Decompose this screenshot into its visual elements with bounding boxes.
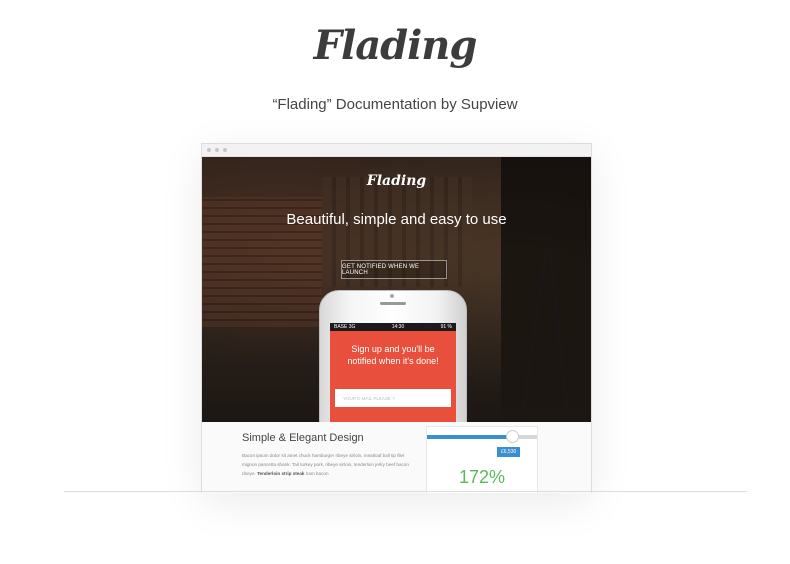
phone-mockup: BASE 3G 14:30 91 % Sign up and you'll be… xyxy=(319,290,467,422)
camera-icon xyxy=(390,294,394,298)
hero-section: Flading Beautiful, simple and easy to us… xyxy=(202,157,591,422)
phone-status-bar: BASE 3G 14:30 91 % xyxy=(330,323,456,331)
battery-label: 91 % xyxy=(440,324,452,330)
hero-logo: Flading xyxy=(366,173,427,189)
features-section: Simple & Elegant Design Bacon ipsum dolo… xyxy=(202,422,591,493)
section-body: Bacon ipsum dolor sit amet chuck hamburg… xyxy=(242,451,410,478)
carrier-label: BASE xyxy=(334,324,348,330)
divider-line xyxy=(64,491,747,492)
price-tag: £6,530 xyxy=(497,447,521,457)
flading-logo: Flading xyxy=(313,22,478,69)
signup-message: Sign up and you'll be notified when it's… xyxy=(347,344,439,366)
body-text-tail: ham bacon xyxy=(305,471,329,476)
percent-value: 172% xyxy=(458,467,506,487)
speaker-icon xyxy=(380,302,406,305)
slider-handle[interactable] xyxy=(505,430,519,443)
pricing-widget: £6,530 172% xyxy=(426,426,538,493)
section-title: Simple & Elegant Design xyxy=(242,432,364,444)
phone-screen: BASE 3G 14:30 91 % Sign up and you'll be… xyxy=(330,323,456,422)
body-bold-text: Tenderloin strip steak xyxy=(257,471,305,476)
page-title: “Flading” Documentation by Supview xyxy=(272,96,518,113)
browser-toolbar xyxy=(202,144,591,157)
window-dot-icon xyxy=(223,148,227,152)
slider-fill xyxy=(427,435,511,439)
window-dot-icon xyxy=(215,148,219,152)
window-dot-icon xyxy=(207,148,211,152)
hero-headline: Beautiful, simple and easy to use xyxy=(286,211,507,228)
clock-label: 14:30 xyxy=(391,324,405,330)
network-label: 3G xyxy=(348,324,356,330)
email-field[interactable]: YOUR E-MAIL PLEASE ? xyxy=(335,389,451,407)
notify-button[interactable]: GET NOTIFIED WHEN WE LAUNCH xyxy=(341,260,447,279)
browser-mockup: Flading Beautiful, simple and easy to us… xyxy=(201,143,592,493)
